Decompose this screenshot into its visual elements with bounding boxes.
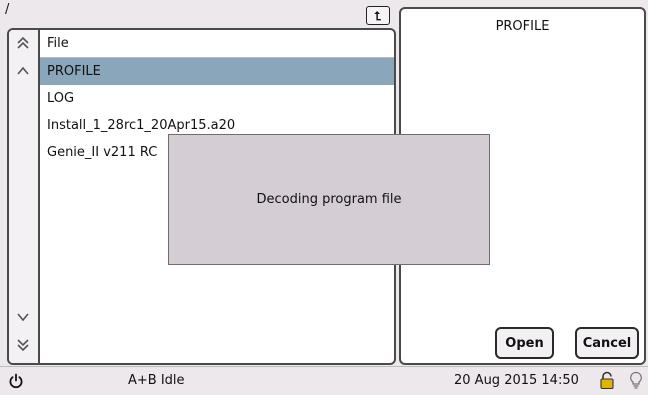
lightbulb-icon[interactable]	[628, 371, 644, 390]
double-chevron-up-icon[interactable]	[11, 32, 35, 54]
chevron-up-icon[interactable]	[11, 60, 35, 82]
current-path: /	[5, 2, 10, 17]
date-time: 20 Aug 2015 14:50	[454, 373, 579, 388]
scroll-column	[9, 30, 40, 363]
chevron-down-icon[interactable]	[11, 306, 35, 328]
open-button[interactable]: Open	[495, 327, 554, 359]
list-item[interactable]: PROFILE	[40, 58, 394, 85]
file-list-header[interactable]: File	[40, 30, 394, 58]
up-folder-icon[interactable]: ⮤	[366, 6, 390, 25]
lock-icon[interactable]	[599, 371, 615, 390]
decoding-dialog: Decoding program file	[168, 134, 490, 265]
dialog-message: Decoding program file	[256, 192, 402, 207]
double-chevron-down-icon[interactable]	[11, 334, 35, 356]
preview-title: PROFILE	[495, 19, 550, 34]
status-text: A+B Idle	[128, 373, 185, 388]
status-bar: A+B Idle 20 Aug 2015 14:50	[0, 366, 648, 395]
power-icon[interactable]	[8, 373, 24, 389]
list-item[interactable]: LOG	[40, 85, 394, 112]
cancel-button[interactable]: Cancel	[575, 327, 639, 359]
